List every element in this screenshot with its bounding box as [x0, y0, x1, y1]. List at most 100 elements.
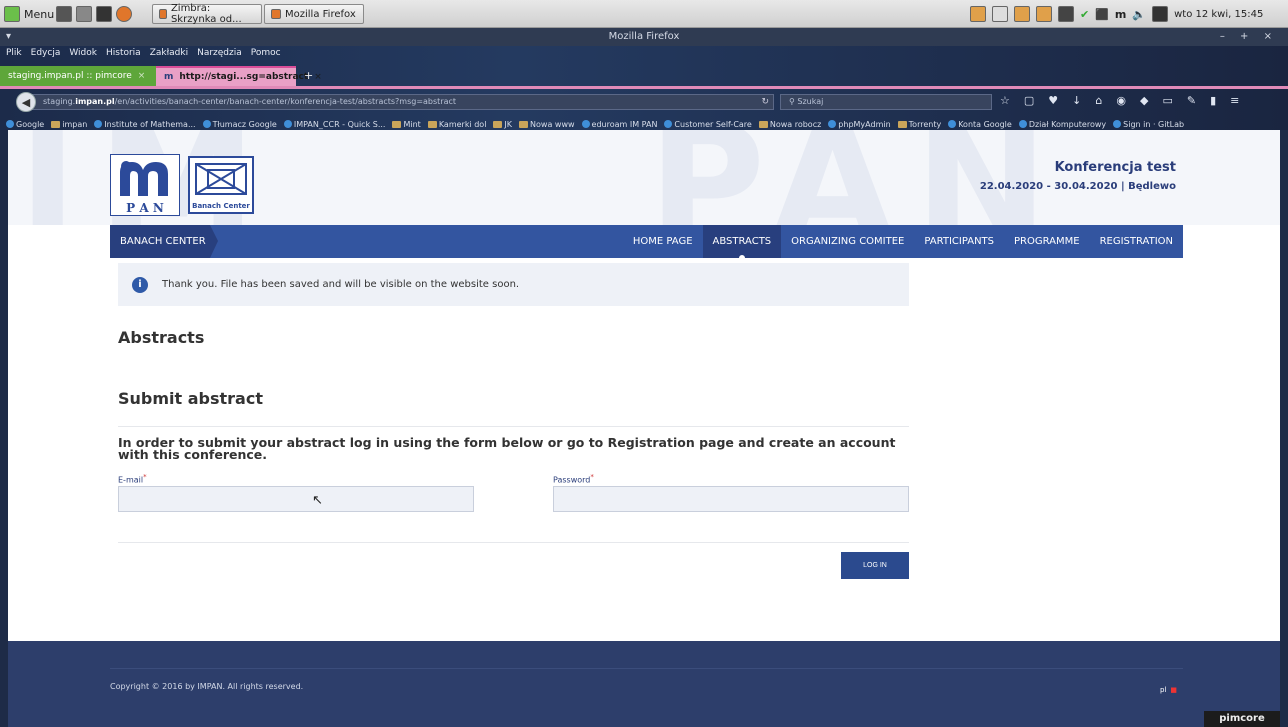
nav-registration[interactable]: REGISTRATION	[1090, 225, 1183, 258]
check-icon[interactable]: ✔	[1080, 8, 1089, 21]
bookmark-nowa-robocz[interactable]: Nowa robocz	[758, 119, 822, 129]
tab-pimcore[interactable]: staging.impan.pl :: pimcore ×	[0, 66, 156, 86]
site-icon	[283, 120, 292, 128]
bookmark-label: eduroam IM PAN	[591, 119, 658, 129]
menu-historia[interactable]: Historia	[106, 48, 141, 62]
menu-narzedzia[interactable]: Narzędzia	[197, 48, 242, 62]
window-titlebar: ▾ Mozilla Firefox – + ×	[0, 28, 1288, 46]
window-menu-icon[interactable]: ▾	[6, 28, 11, 46]
bookmark-mint[interactable]: Mint	[392, 120, 421, 129]
banach-center-logo[interactable]: Banach Center	[188, 156, 254, 214]
clipboard-icon[interactable]: ▢	[1024, 94, 1034, 107]
bookmark-google[interactable]: Google	[6, 120, 44, 129]
desktop-icon[interactable]	[56, 6, 72, 22]
navbar-brand[interactable]: BANACH CENTER	[110, 225, 218, 258]
bookmark-dzial[interactable]: Dział Komputerowy	[1018, 120, 1106, 129]
site-icon	[581, 120, 590, 128]
clock[interactable]: wto 12 kwi, 15:45	[1174, 9, 1263, 20]
search-bar[interactable]: ⚲ Szukaj	[780, 94, 992, 110]
reload-icon[interactable]: ↻	[761, 95, 769, 109]
google-icon	[948, 120, 957, 128]
nav-abstracts[interactable]: ABSTRACTS	[702, 225, 782, 258]
extension-icon[interactable]: ✎	[1187, 94, 1196, 107]
required-marker: *	[143, 473, 147, 481]
volume-icon[interactable]: 🔈	[1132, 8, 1146, 21]
bookmark-label: Torrenty	[908, 119, 942, 129]
menu-edycja[interactable]: Edycja	[31, 48, 61, 62]
bookmark-torrenty[interactable]: Torrenty	[897, 119, 942, 129]
tray-app-icon[interactable]	[1014, 6, 1030, 22]
menu-widok[interactable]: Widok	[69, 48, 97, 62]
indicator[interactable]: m	[1115, 8, 1126, 21]
bookmark-impan[interactable]: impan	[51, 120, 87, 129]
tray-window-icon[interactable]	[992, 6, 1008, 22]
bookmark-tlumacz[interactable]: Tłumacz Google	[202, 120, 277, 129]
impan-logo[interactable]: P A N	[110, 154, 180, 216]
menu-button[interactable]: Menu	[4, 4, 54, 24]
email-field[interactable]	[118, 486, 474, 512]
nav-home-page[interactable]: HOME PAGE	[623, 225, 703, 258]
site-navbar: BANACH CENTER HOME PAGE ABSTRACTS ORGANI…	[110, 225, 1183, 258]
url-bar[interactable]: staging.impan.pl/en/activities/banach-ce…	[32, 94, 774, 110]
home-icon[interactable]: ⌂	[1095, 94, 1102, 107]
bookmark-customer[interactable]: Customer Self-Care	[664, 120, 752, 129]
bookmark-institute[interactable]: Institute of Mathema...	[94, 120, 196, 129]
alert-message: Thank you. File has been saved and will …	[162, 279, 520, 290]
tray-app-icon[interactable]	[970, 6, 986, 22]
bookmark-kamerki[interactable]: Kamerki dol	[427, 120, 486, 129]
desktop-panel: Menu Zimbra: Skrzynka od... Mozilla Fire…	[0, 0, 1288, 28]
nav-organizing-comitee[interactable]: ORGANIZING COMITEE	[781, 225, 914, 258]
bookmark-gitlab[interactable]: Sign in · GitLab	[1113, 120, 1184, 129]
bookmark-label: Nowa robocz	[769, 119, 822, 129]
bookmark-label: Konta Google	[958, 119, 1012, 129]
task-firefox[interactable]: Mozilla Firefox	[264, 4, 364, 24]
pen-icon[interactable]	[1152, 6, 1169, 22]
flag-icon[interactable]: ■	[1170, 686, 1177, 694]
terminal-icon[interactable]	[96, 6, 112, 22]
nav-programme[interactable]: PROGRAMME	[1004, 225, 1090, 258]
window-controls[interactable]: – + ×	[1220, 28, 1278, 46]
url-host: impan.pl	[75, 97, 115, 106]
bookmark-label: JK	[504, 119, 513, 129]
extension-icon[interactable]: ◉	[1116, 94, 1126, 107]
menu-zakladki[interactable]: Zakładki	[150, 48, 188, 62]
pocket-icon[interactable]: ♥	[1048, 94, 1058, 107]
close-icon[interactable]: ×	[138, 71, 146, 81]
bookmark-eduroam[interactable]: eduroam IM PAN	[581, 119, 658, 129]
window-border-left	[0, 130, 8, 727]
firefox-icon[interactable]	[116, 6, 132, 22]
bookmark-nowa-www[interactable]: Nowa www	[519, 120, 575, 129]
bookmark-konta-google[interactable]: Konta Google	[948, 120, 1012, 129]
menu-pomoc[interactable]: Pomoc	[251, 48, 281, 62]
conference-info: Konferencja test 22.04.2020 - 30.04.2020…	[980, 160, 1176, 192]
extension-icon[interactable]: ▭	[1162, 94, 1172, 107]
extension-icon[interactable]: ▮	[1210, 94, 1216, 107]
menu-plik[interactable]: Plik	[6, 48, 22, 62]
bookmark-jk[interactable]: JK	[493, 120, 512, 129]
network-icon[interactable]: ⬛	[1095, 8, 1109, 21]
lang-pl-link[interactable]: pl	[1160, 686, 1166, 694]
bookmark-phpmyadmin[interactable]: phpMyAdmin	[828, 120, 891, 129]
tray-settings-icon[interactable]	[1058, 6, 1074, 22]
tray-app-icon[interactable]	[1036, 6, 1052, 22]
close-icon[interactable]: ×	[314, 72, 322, 82]
tab-abstract[interactable]: m http://stagi...sg=abstract ×	[156, 66, 322, 86]
url-prefix: staging.	[43, 97, 76, 106]
firefox-icon	[159, 9, 167, 19]
extension-icon[interactable]: ◆	[1140, 94, 1148, 107]
hamburger-menu-icon[interactable]: ≡	[1230, 94, 1239, 107]
files-icon[interactable]	[76, 6, 92, 22]
tray: ✔ ⬛ m 🔈 wto 12 kwi, 15:45	[970, 4, 1263, 24]
back-button[interactable]: ◀	[16, 92, 36, 112]
password-field[interactable]	[553, 486, 909, 512]
site-icon	[828, 120, 837, 128]
login-button[interactable]: LOG IN	[841, 552, 909, 579]
task-zimbra[interactable]: Zimbra: Skrzynka od...	[152, 3, 262, 25]
bookmark-ccr[interactable]: IMPAN_CCR - Quick S...	[283, 120, 385, 129]
folder-icon	[519, 120, 529, 128]
download-icon[interactable]: ↓	[1072, 94, 1081, 107]
star-icon[interactable]: ☆	[1000, 94, 1010, 107]
nav-participants[interactable]: PARTICIPANTS	[914, 225, 1004, 258]
pimcore-badge[interactable]: pimcore	[1204, 711, 1280, 727]
web-page: IM PAN P A N Banach Center Konferencja t…	[8, 130, 1280, 727]
